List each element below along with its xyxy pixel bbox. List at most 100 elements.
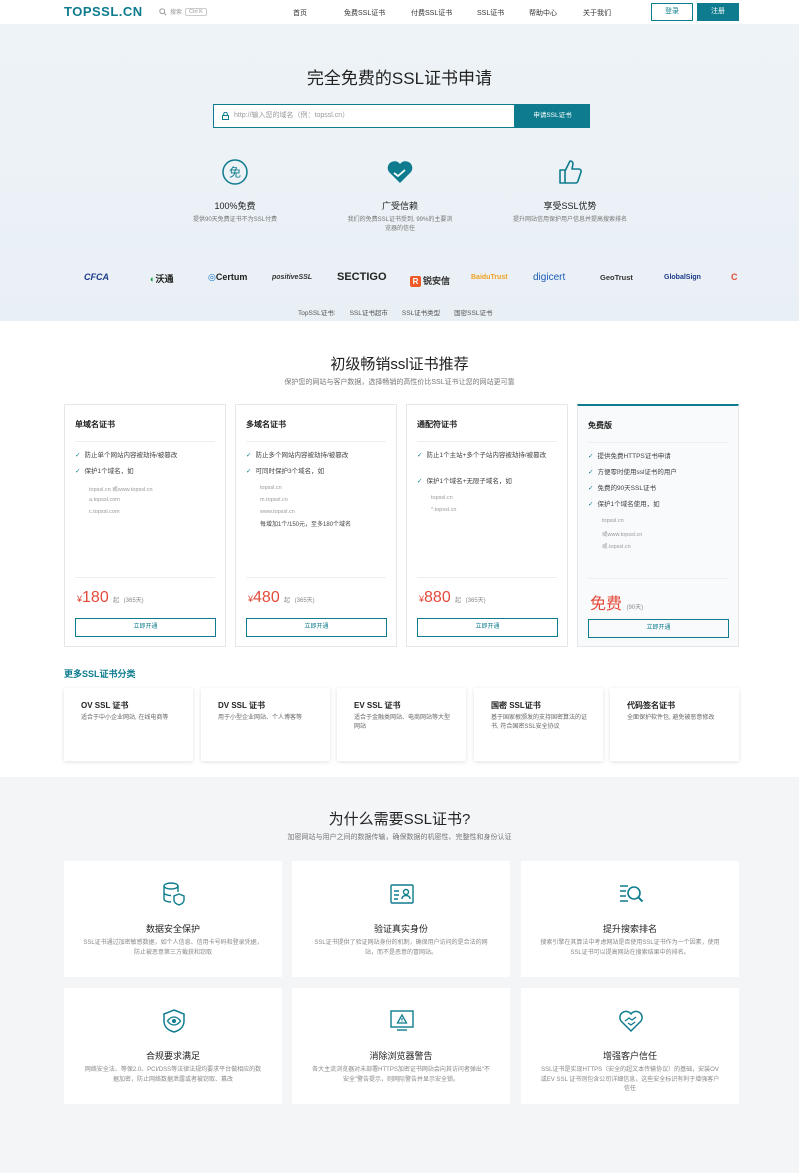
divider: [246, 577, 386, 578]
category-title: 国密 SSL证书: [491, 701, 541, 710]
buy-now-button[interactable]: 立即开通: [417, 618, 558, 637]
main-nav: 首页 免费SSL证书 付费SSL证书 SSL证书 帮助中心 关于我们: [293, 8, 611, 18]
category-title: 代码签名证书: [627, 701, 675, 710]
recommend-desc: 保护您的网站与客户数据，选择畅销的高性价比SSL证书让您的网站更可靠: [284, 379, 515, 386]
card-note: 每增加1个/150元，至多180个域名: [260, 522, 352, 528]
apply-ssl-button[interactable]: 申请SSL证书: [515, 104, 590, 128]
category-card-codesign[interactable]: 代码签名证书 全面保护软件包, 避免被恶意修改: [610, 688, 739, 761]
search-list-icon: [620, 885, 644, 903]
brand-logo-row: CFCA ◐沃通 ◎Certum positiveSSL SECTIGO R 锐安…: [0, 271, 799, 288]
feature-advantage: 享受SSL优势 提升网站信用保护用户信息并提高搜索排名: [490, 158, 650, 225]
nav-free-ssl[interactable]: 免费SSL证书: [344, 8, 411, 18]
category-card-gm[interactable]: 国密 SSL证书 基于国家根颁发的支持国密算法的证书, 符合国密SSL安全协议: [474, 688, 603, 761]
brand-geotrust: GeoTrust: [600, 273, 633, 282]
brand-positivessl: positiveSSL: [272, 274, 313, 281]
check-icon: ✓: [588, 453, 594, 460]
why-item-title: 验证真实身份: [373, 924, 428, 934]
brand-cfca: CFCA: [84, 272, 109, 282]
site-logo[interactable]: TOPSSL.CN: [64, 4, 143, 19]
brand-c: C: [731, 272, 738, 282]
card-price: 免费 (90天): [590, 596, 644, 613]
nav-help[interactable]: 帮助中心: [529, 8, 583, 18]
brand-sectigo: SECTIGO: [337, 271, 387, 283]
check-icon: ✓: [417, 452, 423, 459]
search-trigger[interactable]: 搜索 Ctrl K: [159, 7, 207, 16]
link-gm-ssl[interactable]: 国密SSL证书: [454, 307, 492, 317]
nav-home[interactable]: 首页: [293, 8, 344, 18]
search-icon: [159, 7, 167, 16]
check-icon: ✓: [588, 501, 594, 508]
divider: [588, 578, 728, 579]
check-icon: ✓: [75, 452, 81, 459]
card-feature: ✓ 保护1个域名，如: [75, 468, 134, 475]
more-categories-title: 更多SSL证书分类: [64, 669, 136, 679]
why-desc: 加密网站与用户之间的数据传输，确保数据的机密性、完整性和身份认证: [287, 834, 512, 841]
category-desc: 基于国家根颁发的支持国密算法的证书, 符合国密SSL安全协议: [491, 715, 588, 730]
card-example: www.topssl.cn: [260, 509, 295, 515]
category-card-ov[interactable]: OV SSL 证书 适合于中小企业网站, 在线电商等: [64, 688, 193, 761]
why-item-title: 增强客户信任: [602, 1051, 657, 1061]
why-item-desc: SSL证书通过加密敏感数据，如个人信息、信用卡号码和登录凭据，防止被恶意第三方截…: [83, 940, 263, 956]
buy-now-button[interactable]: 立即开通: [246, 618, 387, 637]
link-ssl-types[interactable]: SSL证书类型: [402, 307, 440, 317]
svg-text:免: 免: [229, 165, 241, 180]
search-shortcut: Ctrl K: [185, 7, 207, 16]
why-item-desc: SSL证书提供了验证网站身份的机制，确保用户访问的是合法的网站，而不是恶意的冒网…: [314, 940, 488, 956]
check-icon: ✓: [417, 478, 423, 485]
register-button[interactable]: 注册: [697, 3, 739, 21]
why-title: 为什么需要SSL证书?: [328, 811, 471, 828]
brand-globalsign: GlobalSign: [664, 274, 701, 281]
why-item-desc: 各大主流浏览器对未部署HTTPS加密证书网站会向其访问者弹出“不安全”警告提示，…: [312, 1067, 490, 1083]
card-feature: ✓ 提供免费HTTPS证书申请: [588, 453, 671, 460]
login-button[interactable]: 登录: [651, 3, 693, 21]
category-title: EV SSL 证书: [354, 701, 401, 710]
category-card-dv[interactable]: DV SSL 证书 用于小型企业网站、个人博客等: [201, 688, 330, 761]
card-example: *.topssl.cn: [431, 507, 457, 513]
card-price: ¥880 起 (365天): [419, 589, 486, 606]
check-icon: ✓: [246, 468, 252, 475]
category-desc: 全面保护软件包, 避免被恶意修改: [627, 715, 715, 721]
check-icon: ✓: [588, 485, 594, 492]
divider: [246, 441, 386, 442]
why-card-customer-trust: 增强客户信任 SSL证书是实现HTTPS（安全的超文本传输协议）的基础，安装OV…: [521, 988, 739, 1104]
product-card-single: 单域名证书 ✓ 防止单个网站内容被劫持/被篡改 ✓ 保护1个域名，如 topssl.…: [64, 404, 226, 647]
nav-about[interactable]: 关于我们: [583, 8, 611, 18]
product-card-multi: 多域名证书 ✓ 防止多个网站内容被劫持/被篡改 ✓ 可同时保护3个域名，如 tops…: [235, 404, 397, 647]
category-title: DV SSL 证书: [218, 701, 265, 710]
why-item-title: 数据安全保护: [145, 924, 200, 934]
divider: [75, 441, 215, 442]
card-price: ¥180 起 (365天): [77, 589, 144, 606]
category-desc: 适合于中小企业网站, 在线电商等: [81, 715, 169, 721]
feature-trust: 广受信赖 我们的免费SSL证书受到, 99%的主要浏览器的信任: [320, 158, 480, 234]
buy-now-button[interactable]: 立即开通: [75, 618, 216, 637]
nav-ssl[interactable]: SSL证书: [477, 8, 529, 18]
handshake-heart-icon: [387, 161, 413, 183]
card-example: topssl.cn: [431, 495, 453, 501]
check-icon: ✓: [75, 468, 81, 475]
card-title: 单域名证书: [75, 420, 115, 429]
card-example: 或.topssl.cn: [602, 544, 631, 550]
card-feature: ✓ 防止多个网站内容被劫持/被篡改: [246, 452, 349, 459]
buy-now-button[interactable]: 立即开通: [588, 619, 729, 638]
brand-baidutrust: BaiduTrust: [471, 274, 508, 281]
category-desc: 适合于金融类网站、电商网站等大型网站: [354, 715, 451, 730]
hero-quick-links: TopSSL证书: SSL证书超市 SSL证书类型 国密SSL证书: [298, 307, 492, 317]
why-card-browser-warning: 消除浏览器警告 各大主流浏览器对未部署HTTPS加密证书网站会向其访问者弹出“不…: [292, 988, 510, 1104]
link-ssl-market[interactable]: SSL证书超市: [350, 307, 388, 317]
why-card-identity: 验证真实身份 SSL证书提供了验证网站身份的机制，确保用户访问的是合法的网站，而…: [292, 861, 510, 977]
category-card-ev[interactable]: EV SSL 证书 适合于金融类网站、电商网站等大型网站: [337, 688, 466, 761]
why-card-data-security: 数据安全保护 SSL证书通过加密敏感数据，如个人信息、信用卡号码和登录凭据，防止…: [64, 861, 282, 977]
why-item-desc: SSL证书是实现HTTPS（安全的超文本传输协议）的基础，安装OV或EV SSL…: [540, 1067, 720, 1093]
card-example: c.topssl.com: [89, 509, 120, 515]
feature-desc: 提供90天免费证书不为SSL付费: [192, 217, 277, 223]
domain-input[interactable]: http://输入您的域名（例：topssl.cn）: [213, 104, 515, 128]
card-example: topssl.cn: [602, 518, 624, 524]
why-card-compliance: 合规要求满足 网络安全法、等保2.0、PCI/DSS等法律法规均要求平台做相应的…: [64, 988, 282, 1104]
card-example: topssl.cn: [260, 485, 282, 491]
domain-input-placeholder: http://输入您的域名（例：topssl.cn）: [234, 112, 350, 119]
card-feature: ✓ 免费的90天SSL证书: [588, 485, 656, 492]
nav-paid-ssl[interactable]: 付费SSL证书: [411, 8, 477, 18]
category-desc: 用于小型企业网站、个人博客等: [218, 715, 303, 721]
feature-title: 广受信赖: [381, 201, 418, 211]
check-icon: ✓: [588, 469, 594, 476]
